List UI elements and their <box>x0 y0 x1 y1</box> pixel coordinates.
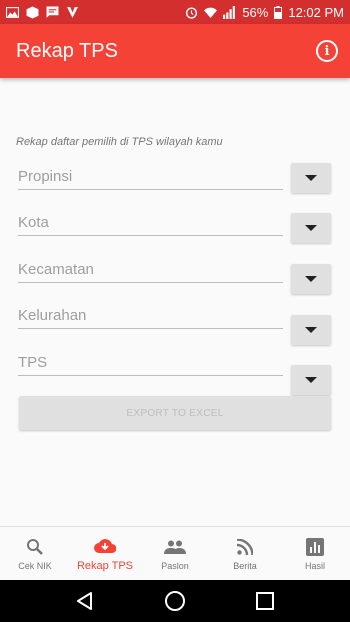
wifi-icon <box>204 7 218 18</box>
search-icon <box>24 537 46 557</box>
nav-label: Berita <box>233 560 257 571</box>
package-icon <box>26 6 39 18</box>
nav-label: Paslon <box>161 560 189 571</box>
dropdown-arrow-icon <box>305 327 317 333</box>
kecamatan-field[interactable]: Kecamatan <box>18 261 283 283</box>
nav-item-hasil[interactable]: Hasil <box>280 527 350 580</box>
kota-dropdown-button[interactable] <box>291 213 331 243</box>
people-icon <box>164 537 186 557</box>
rss-icon <box>234 537 256 557</box>
battery-percent: 56% <box>242 4 269 20</box>
main-content: Rekap daftar pemilih di TPS wilayah kamu… <box>0 78 350 526</box>
gallery-icon <box>6 6 19 18</box>
propinsi-dropdown-button[interactable] <box>291 163 331 193</box>
back-icon[interactable] <box>75 591 95 611</box>
nav-label: Cek NIK <box>18 560 52 571</box>
tps-dropdown-button[interactable] <box>291 365 331 395</box>
battery-icon <box>274 5 283 19</box>
nav-item-berita[interactable]: Berita <box>210 527 280 580</box>
tps-field[interactable]: TPS <box>18 354 283 376</box>
subtitle: Rekap daftar pemilih di TPS wilayah kamu <box>16 136 223 148</box>
status-bar: 56% 12:02 PM <box>0 0 350 24</box>
cloud-download-icon <box>94 536 116 556</box>
bottom-navigation: Cek NIK Rekap TPS Paslon Berita Hasil <box>0 526 350 580</box>
nav-item-cek-nik[interactable]: Cek NIK <box>0 527 70 580</box>
bar-chart-icon <box>304 537 326 557</box>
export-to-excel-button[interactable]: EXPORT TO EXCEL <box>19 396 331 430</box>
dropdown-arrow-icon <box>305 276 317 282</box>
app-notification-icon <box>67 6 78 18</box>
recents-icon[interactable] <box>255 591 275 611</box>
dropdown-arrow-icon <box>305 175 317 181</box>
kota-field[interactable]: Kota <box>18 214 283 236</box>
dropdown-arrow-icon <box>305 377 317 383</box>
dropdown-arrow-icon <box>305 225 317 231</box>
kecamatan-dropdown-button[interactable] <box>291 264 331 294</box>
nav-item-paslon[interactable]: Paslon <box>140 527 210 580</box>
nav-label: Hasil <box>304 560 325 571</box>
nav-item-rekap-tps[interactable]: Rekap TPS <box>70 527 140 580</box>
page-title: Rekap TPS <box>16 39 118 62</box>
kelurahan-field[interactable]: Kelurahan <box>18 307 283 329</box>
system-navigation-bar <box>0 580 350 622</box>
kelurahan-dropdown-button[interactable] <box>291 315 331 345</box>
clock: 12:02 PM <box>288 4 344 20</box>
alarm-icon <box>186 6 198 19</box>
signal-icon <box>223 5 236 19</box>
app-bar: Rekap TPS i <box>0 24 350 78</box>
propinsi-field[interactable]: Propinsi <box>18 168 283 190</box>
info-icon[interactable]: i <box>316 40 338 62</box>
nav-label: Rekap TPS <box>76 559 134 572</box>
home-icon[interactable] <box>164 590 186 612</box>
message-icon <box>46 6 59 18</box>
